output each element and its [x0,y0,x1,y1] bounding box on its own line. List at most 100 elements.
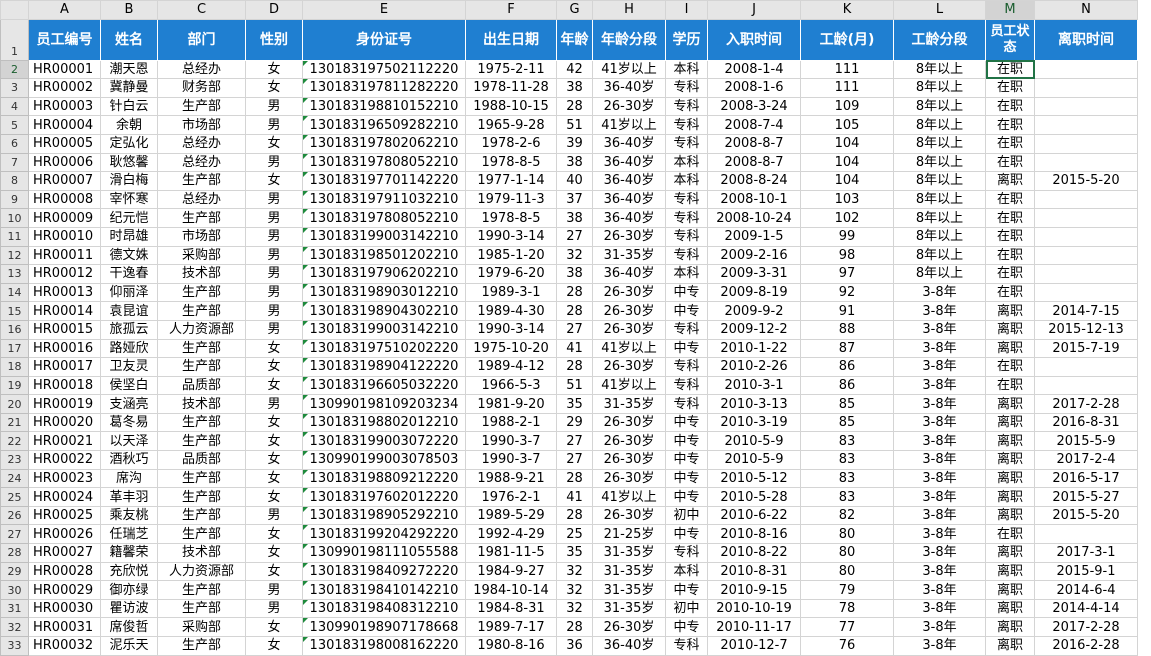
cell-education[interactable]: 专科 [665,245,708,266]
cell-birth-date[interactable]: 1965-9-28 [465,115,557,135]
cell-status[interactable]: 离职 [985,171,1035,191]
cell-status[interactable]: 在职 [985,96,1035,117]
column-header-j[interactable]: J [707,0,801,20]
cell-employee-id[interactable]: HR00018 [28,375,101,396]
cell-status[interactable]: 离职 [985,636,1035,656]
cell-department[interactable]: 生产部 [157,431,246,452]
cell-name[interactable]: 席俊哲 [100,617,158,637]
cell-id-number[interactable]: 130183198903012210 [302,282,466,303]
cell-leave-date[interactable] [1034,357,1138,377]
cell-status[interactable]: 在职 [985,357,1035,377]
header-id-number[interactable]: 身份证号 [302,18,466,61]
cell-status[interactable]: 在职 [985,152,1035,173]
cell-department[interactable]: 生产部 [157,301,246,321]
cell-status[interactable]: 在职 [985,208,1035,228]
cell-leave-date[interactable] [1034,96,1138,117]
cell-id-number[interactable]: 130183199003072220 [302,431,466,452]
cell-birth-date[interactable]: 1981-11-5 [465,543,557,563]
cell-tenure-group[interactable]: 8年以上 [893,226,986,247]
cell-name[interactable]: 瞿访波 [100,598,158,619]
cell-age[interactable]: 32 [556,598,593,619]
cell-leave-date[interactable] [1034,189,1138,210]
cell-tenure-months[interactable]: 91 [800,301,894,321]
cell-birth-date[interactable]: 1984-8-31 [465,598,557,619]
column-header-i[interactable]: I [665,0,708,20]
cell-education[interactable]: 本科 [665,264,708,284]
select-all-corner[interactable] [0,0,29,20]
cell-hire-date[interactable]: 2009-8-19 [707,282,801,303]
cell-age-group[interactable]: 41岁以上 [592,115,666,135]
cell-education[interactable]: 专科 [665,226,708,247]
cell-age-group[interactable]: 36-40岁 [592,189,666,210]
cell-tenure-months[interactable]: 104 [800,133,894,154]
cell-gender[interactable]: 女 [245,636,303,656]
cell-education[interactable]: 专科 [665,133,708,154]
cell-hire-date[interactable]: 2008-10-24 [707,208,801,228]
cell-department[interactable]: 生产部 [157,96,246,117]
cell-hire-date[interactable]: 2010-8-16 [707,524,801,545]
cell-age[interactable]: 32 [556,561,593,582]
column-header-h[interactable]: H [592,0,666,20]
cell-age[interactable]: 41 [556,338,593,359]
cell-age[interactable]: 37 [556,189,593,210]
row-header[interactable]: 4 [0,96,29,117]
cell-birth-date[interactable]: 1978-8-5 [465,152,557,173]
cell-name[interactable]: 时昂雄 [100,226,158,247]
column-header-c[interactable]: C [157,0,246,20]
cell-age[interactable]: 51 [556,115,593,135]
cell-hire-date[interactable]: 2008-8-7 [707,133,801,154]
cell-leave-date[interactable] [1034,524,1138,545]
column-header-k[interactable]: K [800,0,894,20]
cell-employee-id[interactable]: HR00025 [28,505,101,526]
cell-status[interactable]: 离职 [985,580,1035,600]
cell-age[interactable]: 38 [556,264,593,284]
cell-employee-id[interactable]: HR00032 [28,636,101,656]
cell-leave-date[interactable]: 2017-2-28 [1034,394,1138,414]
cell-name[interactable]: 革丰羽 [100,487,158,507]
cell-tenure-months[interactable]: 104 [800,171,894,191]
cell-tenure-group[interactable]: 8年以上 [893,78,986,98]
cell-employee-id[interactable]: HR00027 [28,543,101,563]
cell-department[interactable]: 技术部 [157,394,246,414]
cell-hire-date[interactable]: 2010-5-9 [707,450,801,470]
cell-status[interactable]: 离职 [985,319,1035,340]
cell-birth-date[interactable]: 1988-10-15 [465,96,557,117]
cell-status[interactable]: 在职 [985,133,1035,154]
cell-age-group[interactable]: 26-30岁 [592,282,666,303]
row-header[interactable]: 3 [0,78,29,98]
cell-birth-date[interactable]: 1978-8-5 [465,208,557,228]
cell-department[interactable]: 生产部 [157,580,246,600]
cell-status[interactable]: 离职 [985,338,1035,359]
cell-name[interactable]: 定弘化 [100,133,158,154]
cell-education[interactable]: 中专 [665,301,708,321]
cell-birth-date[interactable]: 1975-10-20 [465,338,557,359]
cell-leave-date[interactable] [1034,245,1138,266]
row-header[interactable]: 8 [0,171,29,191]
cell-id-number[interactable]: 130990199003078503 [302,450,466,470]
cell-employee-id[interactable]: HR00022 [28,450,101,470]
cell-leave-date[interactable] [1034,208,1138,228]
cell-id-number[interactable]: 130183198409272220 [302,561,466,582]
cell-id-number[interactable]: 130183197802062210 [302,133,466,154]
cell-age[interactable]: 27 [556,450,593,470]
cell-gender[interactable]: 女 [245,561,303,582]
cell-age-group[interactable]: 36-40岁 [592,152,666,173]
cell-employee-id[interactable]: HR00015 [28,319,101,340]
cell-department[interactable]: 人力资源部 [157,319,246,340]
cell-department[interactable]: 品质部 [157,375,246,396]
cell-name[interactable]: 路娅欣 [100,338,158,359]
cell-age-group[interactable]: 31-35岁 [592,598,666,619]
row-header[interactable]: 7 [0,152,29,173]
cell-tenure-months[interactable]: 80 [800,543,894,563]
cell-status[interactable]: 在职 [985,282,1035,303]
cell-id-number[interactable]: 130183198904122220 [302,357,466,377]
cell-hire-date[interactable]: 2010-8-22 [707,543,801,563]
cell-name[interactable]: 泥乐天 [100,636,158,656]
cell-hire-date[interactable]: 2010-6-22 [707,505,801,526]
cell-employee-id[interactable]: HR00021 [28,431,101,452]
cell-tenure-group[interactable]: 3-8年 [893,468,986,489]
header-tenure-group[interactable]: 工龄分段 [893,18,986,61]
cell-status[interactable]: 在职 [985,524,1035,545]
cell-id-number[interactable]: 130990198907178668 [302,617,466,637]
cell-status[interactable]: 离职 [985,561,1035,582]
